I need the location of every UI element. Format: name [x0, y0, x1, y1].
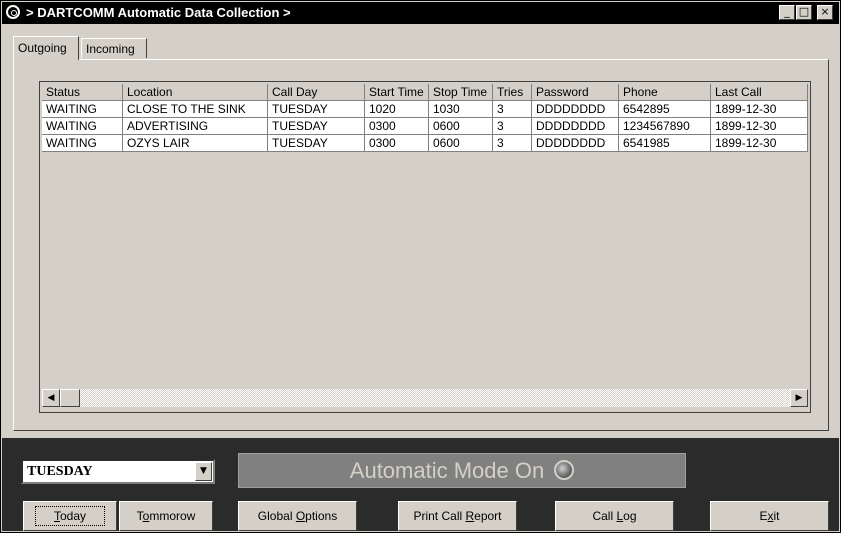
day-select[interactable]: TUESDAY ▼: [21, 459, 215, 484]
call-log-button[interactable]: Call Log: [555, 501, 674, 531]
window-title: > DARTCOMM Automatic Data Collection >: [26, 5, 291, 20]
tommorow-button[interactable]: Tommorow: [119, 501, 213, 531]
cell-password[interactable]: DDDDDDDD: [532, 118, 619, 135]
exit-button-label: Exit: [759, 509, 780, 523]
cell-phone[interactable]: 6542895: [619, 101, 711, 118]
cell-call-day[interactable]: TUESDAY: [268, 118, 365, 135]
minimize-icon[interactable]: _: [779, 5, 795, 20]
cell-call-day[interactable]: TUESDAY: [268, 101, 365, 118]
cell-start-time[interactable]: 1020: [365, 101, 429, 118]
scroll-thumb[interactable]: [60, 389, 80, 407]
cell-status[interactable]: WAITING: [42, 118, 123, 135]
cell-tries[interactable]: 3: [493, 118, 532, 135]
tab-outgoing[interactable]: Outgoing: [13, 36, 79, 60]
maximize-icon[interactable]: □: [796, 5, 812, 20]
day-select-value: TUESDAY: [27, 464, 93, 479]
cell-tries[interactable]: 3: [493, 101, 532, 118]
cell-last-call[interactable]: 1899-12-30: [711, 118, 808, 135]
column-header-call-day[interactable]: Call Day: [268, 84, 365, 101]
exit-button[interactable]: Exit: [710, 501, 829, 531]
cell-status[interactable]: WAITING: [42, 101, 123, 118]
cell-location[interactable]: ADVERTISING: [123, 118, 268, 135]
call-log-button-label: Call Log: [592, 509, 637, 523]
cell-start-time[interactable]: 0300: [365, 118, 429, 135]
cell-password[interactable]: DDDDDDDD: [532, 101, 619, 118]
scroll-right-icon[interactable]: ▶: [790, 389, 808, 407]
print-call-report-button-label: Print Call Report: [413, 509, 502, 523]
app-icon[interactable]: [6, 5, 20, 19]
column-header-location[interactable]: Location: [123, 84, 268, 101]
tab-incoming[interactable]: Incoming: [81, 38, 147, 58]
column-header-last-call[interactable]: Last Call: [711, 84, 808, 101]
column-header-tries[interactable]: Tries: [493, 84, 532, 101]
column-header-start-time[interactable]: Start Time: [365, 84, 429, 101]
app-window: > DARTCOMM Automatic Data Collection > _…: [0, 0, 841, 533]
column-header-stop-time[interactable]: Stop Time: [429, 84, 493, 101]
cell-password[interactable]: DDDDDDDD: [532, 135, 619, 152]
close-icon[interactable]: ×: [817, 5, 833, 20]
scroll-left-icon[interactable]: ◀: [42, 389, 60, 407]
horizontal-scrollbar[interactable]: ◀ ▶: [42, 389, 808, 407]
cell-start-time[interactable]: 0300: [365, 135, 429, 152]
cell-stop-time[interactable]: 1030: [429, 101, 493, 118]
today-button-label: Today: [34, 506, 106, 526]
mode-status-text: Automatic Mode On: [349, 458, 545, 483]
call-schedule-grid[interactable]: Status Location Call Day Start Time Stop…: [39, 81, 811, 413]
cell-tries[interactable]: 3: [493, 135, 532, 152]
cell-location[interactable]: CLOSE TO THE SINK: [123, 101, 268, 118]
cell-call-day[interactable]: TUESDAY: [268, 135, 365, 152]
print-call-report-button[interactable]: Print Call Report: [398, 501, 517, 531]
cell-phone[interactable]: 1234567890: [619, 118, 711, 135]
status-led-icon: [554, 460, 575, 480]
column-header-status[interactable]: Status: [42, 84, 123, 101]
tommorow-button-label: Tommorow: [136, 509, 196, 523]
column-header-password[interactable]: Password: [532, 84, 619, 101]
cell-location[interactable]: OZYS LAIR: [123, 135, 268, 152]
cell-last-call[interactable]: 1899-12-30: [711, 101, 808, 118]
cell-status[interactable]: WAITING: [42, 135, 123, 152]
cell-stop-time[interactable]: 0600: [429, 135, 493, 152]
automatic-mode-indicator: Automatic Mode On: [238, 453, 686, 488]
cell-stop-time[interactable]: 0600: [429, 118, 493, 135]
title-bar[interactable]: > DARTCOMM Automatic Data Collection > _…: [2, 2, 839, 24]
cell-last-call[interactable]: 1899-12-30: [711, 135, 808, 152]
today-button[interactable]: Today: [23, 501, 117, 531]
chevron-down-icon[interactable]: ▼: [195, 462, 212, 481]
global-options-button-label: Global Options: [257, 509, 338, 523]
global-options-button[interactable]: Global Options: [238, 501, 357, 531]
column-header-phone[interactable]: Phone: [619, 84, 711, 101]
cell-phone[interactable]: 6541985: [619, 135, 711, 152]
